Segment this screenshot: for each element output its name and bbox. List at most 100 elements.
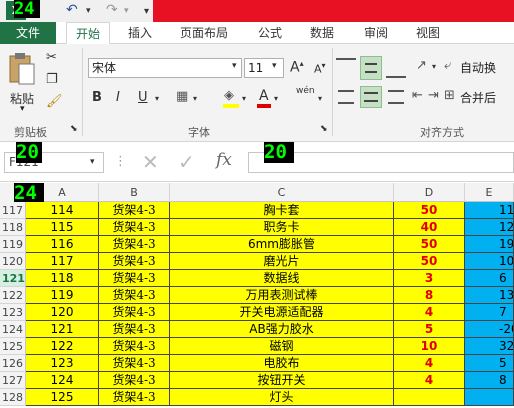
cell-e[interactable]: 32 (465, 338, 514, 355)
cell-b[interactable]: 货架4-3 (99, 287, 170, 304)
align-middle-icon[interactable] (360, 56, 382, 80)
font-color-icon[interactable]: A (256, 88, 272, 108)
cell-d[interactable]: 3 (394, 270, 465, 287)
column-header-e[interactable]: E (465, 183, 514, 202)
cell-a[interactable]: 119 (26, 287, 99, 304)
orientation-icon[interactable]: ↗ (416, 58, 427, 73)
cell-a[interactable]: 124 (26, 372, 99, 389)
redo-icon[interactable]: ↷ (106, 2, 118, 18)
cell-b[interactable]: 货架4-3 (99, 321, 170, 338)
row-number[interactable]: 121 (0, 270, 26, 287)
cell-a[interactable]: 114 (26, 202, 99, 219)
italic-button[interactable]: I (116, 90, 120, 105)
row-number[interactable]: 117 (0, 202, 26, 219)
cell-d[interactable]: 50 (394, 253, 465, 270)
cell-a[interactable]: 118 (26, 270, 99, 287)
borders-icon[interactable]: ▦ (176, 89, 188, 104)
phonetic-guide-icon[interactable]: wén (296, 86, 315, 96)
column-header-c[interactable]: C (170, 183, 394, 202)
cell-d[interactable]: 5 (394, 321, 465, 338)
fill-color-icon[interactable]: ◈ (222, 88, 240, 108)
cell-e[interactable]: 197 (465, 236, 514, 253)
column-header-b[interactable]: B (99, 183, 170, 202)
cell-c[interactable]: 磁钢 (170, 338, 394, 355)
copy-icon[interactable]: ❐ (46, 72, 58, 87)
cell-b[interactable]: 货架4-3 (99, 236, 170, 253)
cell-e[interactable]: 8 (465, 372, 514, 389)
clipboard-dialog-launcher-icon[interactable]: ⬊ (70, 124, 78, 134)
cell-b[interactable]: 货架4-3 (99, 219, 170, 236)
decrease-indent-icon[interactable]: ⇤ (412, 88, 423, 103)
tab-review[interactable]: 审阅 (354, 22, 398, 44)
cell-e[interactable]: 102 (465, 253, 514, 270)
cell-d[interactable]: 40 (394, 219, 465, 236)
name-box-dropdown-icon[interactable]: ▾ (90, 157, 95, 167)
cell-b[interactable]: 货架4-3 (99, 253, 170, 270)
formula-bar-options-icon[interactable]: ⋮ (114, 154, 127, 169)
cell-c[interactable]: AB强力胶水 (170, 321, 394, 338)
font-color-dropdown-icon[interactable]: ▾ (274, 94, 278, 103)
paste-button[interactable]: 粘贴 ▾ (6, 52, 38, 114)
cell-a[interactable]: 122 (26, 338, 99, 355)
cell-d[interactable]: 10 (394, 338, 465, 355)
align-left-icon[interactable] (338, 90, 354, 104)
cell-a[interactable]: 120 (26, 304, 99, 321)
cell-d[interactable]: 8 (394, 287, 465, 304)
cell-b[interactable]: 货架4-3 (99, 338, 170, 355)
cell-b[interactable]: 货架4-3 (99, 372, 170, 389)
underline-dropdown-icon[interactable]: ▾ (155, 94, 159, 103)
row-number[interactable]: 127 (0, 372, 26, 389)
font-name-dropdown-icon[interactable]: ▾ (232, 61, 237, 71)
cell-a[interactable]: 121 (26, 321, 99, 338)
borders-dropdown-icon[interactable]: ▾ (193, 94, 197, 103)
cell-e[interactable] (465, 389, 514, 406)
orientation-dropdown-icon[interactable]: ▾ (432, 62, 436, 71)
align-right-icon[interactable] (388, 90, 404, 104)
cell-a[interactable]: 117 (26, 253, 99, 270)
cell-e[interactable]: 7 (465, 304, 514, 321)
cell-d[interactable]: 4 (394, 355, 465, 372)
align-top-icon[interactable] (336, 58, 356, 78)
wrap-text-button[interactable]: ⤶ 自动换 (444, 58, 514, 78)
cell-d[interactable]: 50 (394, 236, 465, 253)
cell-e[interactable]: 116 (465, 202, 514, 219)
row-number[interactable]: 125 (0, 338, 26, 355)
cut-icon[interactable]: ✂ (46, 50, 57, 65)
cell-c[interactable]: 职务卡 (170, 219, 394, 236)
increase-font-size-icon[interactable]: A▴ (290, 59, 304, 76)
undo-icon[interactable]: ↶ (66, 2, 78, 18)
bold-button[interactable]: B (92, 90, 102, 105)
cell-c[interactable]: 电胶布 (170, 355, 394, 372)
phonetic-dropdown-icon[interactable]: ▾ (318, 94, 322, 103)
row-number[interactable]: 128 (0, 389, 26, 406)
cell-e[interactable]: 6 (465, 270, 514, 287)
tab-page-layout[interactable]: 页面布局 (172, 22, 236, 44)
column-header-d[interactable]: D (394, 183, 465, 202)
cell-c[interactable]: 胸卡套 (170, 202, 394, 219)
redo-dropdown-icon[interactable]: ▾ (124, 6, 129, 16)
cell-d[interactable]: 4 (394, 304, 465, 321)
cell-d[interactable] (394, 389, 465, 406)
row-number[interactable]: 118 (0, 219, 26, 236)
cell-d[interactable]: 4 (394, 372, 465, 389)
tab-data[interactable]: 数据 (300, 22, 344, 44)
cell-e[interactable]: 13 (465, 287, 514, 304)
cell-b[interactable]: 货架4-3 (99, 389, 170, 406)
format-painter-icon[interactable]: 🖌 (46, 94, 63, 109)
row-number[interactable]: 126 (0, 355, 26, 372)
cell-c[interactable]: 磨光片 (170, 253, 394, 270)
tab-formulas[interactable]: 公式 (248, 22, 292, 44)
cell-c[interactable]: 灯头 (170, 389, 394, 406)
font-dialog-launcher-icon[interactable]: ⬊ (320, 124, 328, 134)
row-number[interactable]: 119 (0, 236, 26, 253)
decrease-font-size-icon[interactable]: A▾ (314, 61, 326, 76)
cell-e[interactable]: 12 (465, 219, 514, 236)
row-number[interactable]: 124 (0, 321, 26, 338)
tab-insert[interactable]: 插入 (118, 22, 162, 44)
tab-home[interactable]: 开始 (66, 22, 110, 45)
tab-file[interactable]: 文件 (0, 22, 56, 44)
insert-function-button[interactable]: fx (216, 150, 232, 170)
font-size-dropdown-icon[interactable]: ▾ (272, 61, 277, 71)
cell-a[interactable]: 123 (26, 355, 99, 372)
cell-c[interactable]: 开关电源适配器 (170, 304, 394, 321)
